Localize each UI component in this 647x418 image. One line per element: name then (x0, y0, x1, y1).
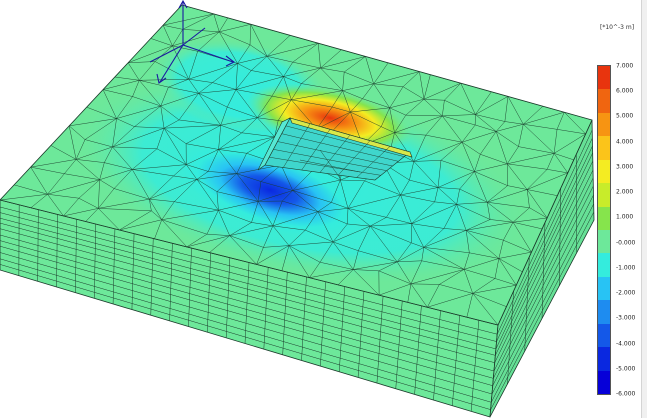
legend-swatch (598, 89, 610, 114)
legend-swatch (598, 370, 610, 395)
fem-mesh-scene[interactable] (0, 0, 647, 418)
legend-swatch (598, 206, 610, 231)
legend-swatch (598, 159, 610, 184)
legend-tick-label: -4.000 (616, 340, 636, 348)
legend-unit-label: [*10^-3 m] (600, 24, 635, 31)
legend-tick-label: -0.000 (616, 239, 636, 247)
legend-tick-label: 2.000 (616, 188, 634, 196)
legend-tick-label: 5.000 (616, 112, 634, 120)
legend-swatch (598, 253, 610, 278)
legend-tick-label: 6.000 (616, 87, 634, 95)
legend-swatch (598, 276, 610, 301)
legend-tick-label: 1.000 (616, 213, 634, 221)
legend-swatch (598, 136, 610, 161)
legend-tick-label: 4.000 (616, 138, 634, 146)
color-legend: [*10^-3 m] 7.000 6.000 5.000 4.000 3.000 2.00… (592, 20, 647, 418)
legend-swatch (598, 66, 610, 90)
legend-tick-label: -6.000 (616, 390, 636, 398)
vertical-scrollbar[interactable] (641, 0, 647, 418)
legend-tick-label: -1.000 (616, 264, 636, 272)
legend-swatch (598, 347, 610, 372)
legend-swatch (598, 112, 610, 137)
legend-tick-label: -5.000 (616, 365, 636, 373)
legend-swatch (598, 183, 610, 208)
model-viewport[interactable]: [*10^-3 m] 7.000 6.000 5.000 4.000 3.000 2.00… (0, 0, 647, 418)
legend-color-bar (597, 65, 611, 395)
legend-tick-label: 7.000 (616, 62, 634, 70)
legend-swatch (598, 230, 610, 254)
legend-tick-label: 3.000 (616, 163, 634, 171)
legend-tick-label: -2.000 (616, 289, 636, 297)
legend-tick-label: -3.000 (616, 314, 636, 322)
legend-swatch (598, 323, 610, 348)
legend-swatch (598, 300, 610, 325)
